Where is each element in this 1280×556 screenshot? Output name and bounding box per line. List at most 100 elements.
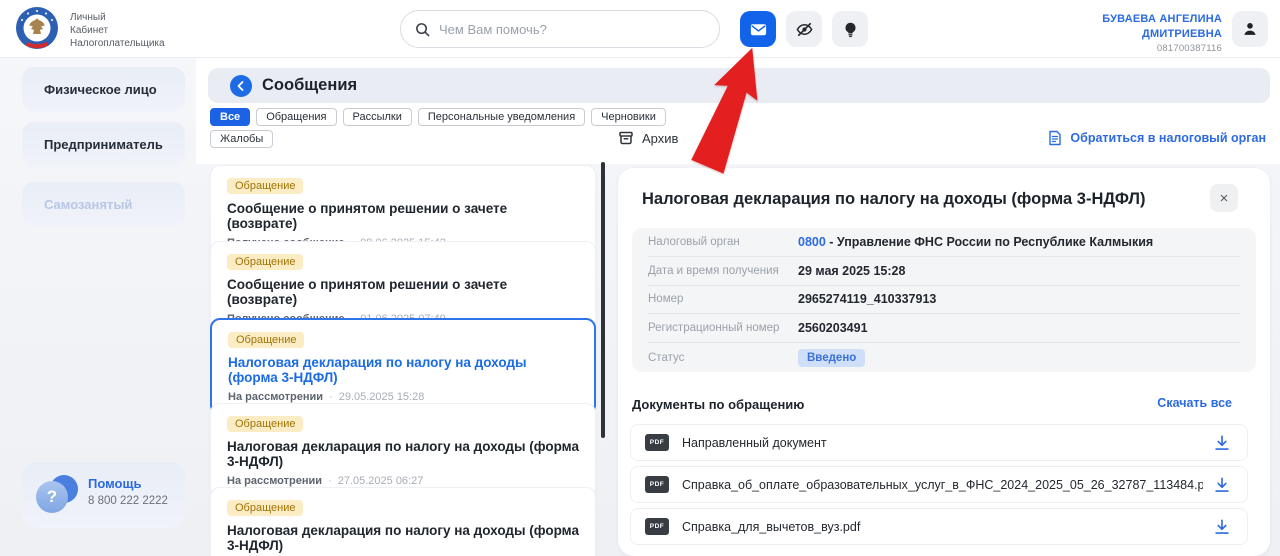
envelope-icon (750, 23, 766, 35)
field-value: 2965274119_410337913 (798, 292, 937, 307)
message-type-badge: Обращение (227, 178, 304, 194)
close-icon: × (1219, 189, 1229, 207)
top-bar: Личный Кабинет Налогоплательщика Чем Вам… (0, 0, 1280, 58)
message-list-item[interactable]: Обращение Налоговая декларация по налогу… (210, 487, 596, 556)
filter-chip[interactable]: Обращения (256, 108, 337, 126)
download-icon (1215, 518, 1229, 534)
message-detail-panel: Налоговая декларация по налогу на доходы… (618, 168, 1270, 556)
field-value-link[interactable]: 0800 (798, 235, 826, 249)
message-title: Налоговая декларация по налогу на доходы… (227, 523, 579, 553)
pdf-icon: PDF (645, 476, 669, 493)
search-placeholder: Чем Вам помочь? (439, 21, 547, 37)
document-row[interactable]: PDF Направленный документ (630, 424, 1248, 461)
person-icon (1244, 23, 1256, 35)
pdf-icon: PDF (645, 434, 669, 451)
message-list-item[interactable]: Обращение Налоговая декларация по налогу… (210, 318, 596, 415)
archive-label: Архив (642, 130, 679, 146)
back-button[interactable] (230, 75, 252, 97)
documents-title: Документы по обращению (632, 397, 805, 412)
archive-button[interactable]: Архив (618, 130, 678, 146)
message-type-badge: Обращение (227, 254, 304, 270)
filter-chip[interactable]: Рассылки (342, 108, 412, 126)
message-status: На рассмотрении (227, 475, 323, 487)
detail-fields: Налоговый орган 0800 - Управление ФНС Ро… (632, 228, 1256, 372)
eye-off-icon (795, 22, 813, 36)
search-icon (416, 22, 430, 36)
question-icon: ? (36, 475, 80, 515)
detail-field-row: Статус Введено (648, 343, 1240, 372)
message-meta: На рассмотрении · 29.05.2025 15:28 (228, 391, 578, 403)
arrow-left-icon (237, 81, 244, 91)
field-value: Введено (798, 348, 866, 367)
download-button[interactable] (1213, 518, 1231, 536)
field-label: Налоговый орган (648, 235, 740, 248)
contact-link-label: Обратиться в налоговый орган (1070, 131, 1266, 145)
contact-tax-authority-link[interactable]: Обратиться в налоговый орган (1047, 130, 1266, 146)
filter-chip[interactable]: Черновики (591, 108, 666, 126)
field-label: Статус (648, 351, 685, 364)
field-label: Номер (648, 293, 684, 306)
message-date: 29.05.2025 15:28 (338, 391, 425, 403)
filter-chips-row-2: Жалобы (210, 130, 274, 148)
sidebar-item[interactable]: Предприниматель (22, 122, 185, 167)
message-type-badge: Обращение (228, 332, 305, 348)
close-button[interactable]: × (1210, 184, 1238, 212)
user-id: 081700387116 (1156, 42, 1222, 54)
message-title: Сообщение о принятом решении о зачете (в… (227, 201, 508, 231)
filter-chip[interactable]: Жалобы (210, 130, 274, 148)
message-title: Налоговая декларация по налогу на доходы… (228, 355, 527, 385)
detail-field-row: Номер 2965274119_410337913 (648, 286, 1240, 315)
sidebar-item-label: Предприниматель (44, 137, 163, 152)
detail-field-row: Регистрационный номер 2560203491 (648, 314, 1240, 344)
document-name: Направленный документ (682, 435, 827, 450)
message-list-item[interactable]: Обращение Налоговая декларация по налогу… (210, 403, 596, 498)
filter-chips-row-1: Все Обращения Рассылки Персональные уведомл… (210, 108, 666, 126)
sidebar-item[interactable]: Физическое лицо (22, 67, 185, 112)
meta-separator: · (328, 475, 332, 487)
download-all-link[interactable]: Скачать все (1157, 396, 1232, 410)
status-badge: Введено (798, 348, 866, 367)
help-card[interactable]: ? Помощь 8 800 222 2222 (22, 462, 185, 528)
pdf-icon: PDF (645, 518, 669, 535)
app-title: Личный Кабинет Налогоплательщика (70, 12, 165, 49)
tips-button[interactable] (832, 11, 868, 47)
download-icon (1215, 434, 1229, 450)
field-value: 0800 - Управление ФНС России по Республи… (798, 234, 1154, 249)
document-edit-icon (1049, 130, 1062, 146)
search-input[interactable]: Чем Вам помочь? (400, 10, 720, 48)
document-list: PDF Направленный документ PDF Справка_об… (630, 424, 1248, 550)
document-row[interactable]: PDF Справка_для_вычетов_вуз.pdf (630, 508, 1248, 545)
sidebar-item-label: Самозанятый (44, 197, 133, 212)
message-meta: На рассмотрении · 27.05.2025 06:27 (227, 475, 579, 487)
download-button[interactable] (1213, 476, 1231, 494)
sidebar-item-label: Физическое лицо (44, 82, 157, 97)
filter-chip[interactable]: Все (210, 108, 251, 126)
visibility-button[interactable] (786, 11, 822, 47)
field-label: Регистрационный номер (648, 322, 780, 335)
fns-logo (16, 7, 58, 49)
document-row[interactable]: PDF Справка_об_оплате_образовательных_ус… (630, 466, 1248, 503)
field-value: 2560203491 (798, 321, 868, 336)
field-value: 29 мая 2025 15:28 (798, 263, 906, 278)
document-name: Справка_для_вычетов_вуз.pdf (682, 519, 861, 534)
message-type-badge: Обращение (227, 416, 304, 432)
download-icon (1215, 476, 1229, 492)
detail-title: Налоговая декларация по налогу на доходы… (642, 190, 1146, 208)
user-name[interactable]: БУВАЕВА АНГЕЛИНА ДМИТРИЕВНА 081700387116 (1102, 12, 1222, 56)
meta-separator: · (329, 391, 333, 403)
lightbulb-icon (844, 22, 856, 37)
filter-chip[interactable]: Персональные уведомления (417, 108, 586, 126)
help-title: Помощь (88, 476, 142, 491)
detail-field-row: Налоговый орган 0800 - Управление ФНС Ро… (648, 228, 1240, 257)
archive-icon (619, 131, 633, 145)
message-status: На рассмотрении (228, 391, 324, 403)
message-date: 27.05.2025 06:27 (337, 475, 424, 487)
help-phone: 8 800 222 2222 (88, 495, 168, 507)
sidebar-item[interactable]: Самозанятый (22, 182, 185, 227)
message-title: Налоговая декларация по налогу на доходы… (227, 439, 579, 469)
message-title: Сообщение о принятом решении о зачете (в… (227, 277, 508, 307)
annotation-arrow (691, 47, 758, 174)
download-button[interactable] (1213, 434, 1231, 452)
profile-button[interactable] (1232, 11, 1268, 47)
list-scrollbar[interactable] (601, 162, 605, 438)
